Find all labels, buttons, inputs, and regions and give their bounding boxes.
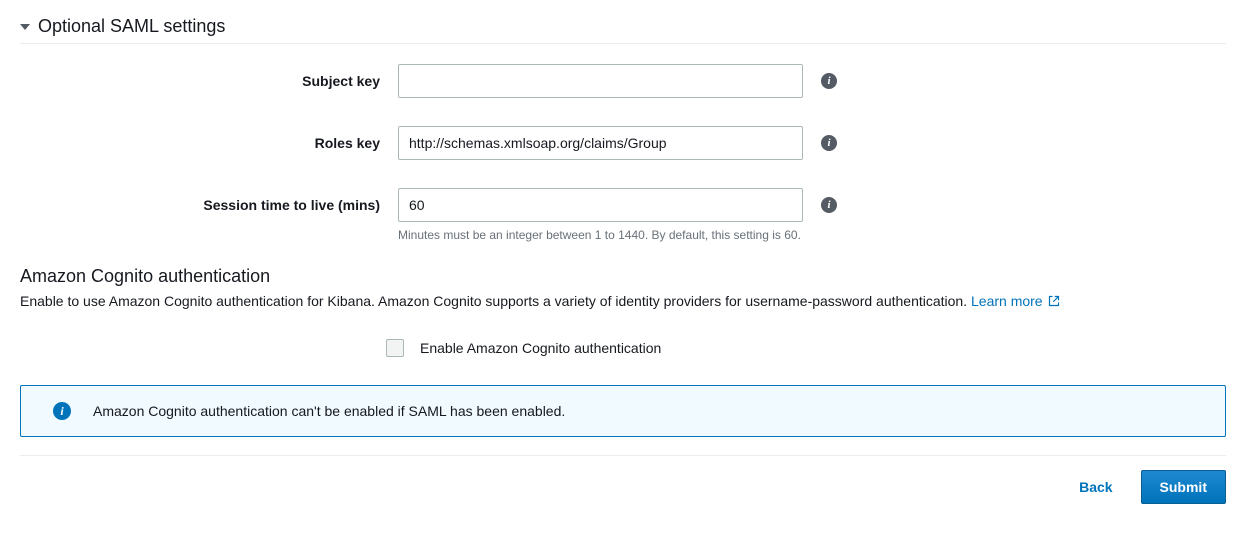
info-icon[interactable]: i (821, 197, 837, 213)
subject-key-input[interactable] (398, 64, 803, 98)
session-ttl-row: Session time to live (mins) i (20, 188, 1226, 222)
info-icon: i (53, 402, 71, 420)
cognito-description-text: Enable to use Amazon Cognito authenticat… (20, 293, 967, 309)
session-ttl-help: Minutes must be an integer between 1 to … (398, 228, 1226, 242)
optional-saml-title: Optional SAML settings (38, 16, 225, 37)
enable-cognito-row: Enable Amazon Cognito authentication (386, 339, 1226, 357)
info-icon[interactable]: i (821, 135, 837, 151)
learn-more-label: Learn more (971, 293, 1043, 309)
button-row: Back Submit (20, 470, 1226, 518)
cognito-description: Enable to use Amazon Cognito authenticat… (20, 293, 1226, 309)
enable-cognito-label: Enable Amazon Cognito authentication (420, 340, 661, 356)
session-ttl-label: Session time to live (mins) (20, 197, 380, 213)
enable-cognito-checkbox[interactable] (386, 339, 404, 357)
submit-button[interactable]: Submit (1141, 470, 1226, 504)
roles-key-input[interactable] (398, 126, 803, 160)
roles-key-label: Roles key (20, 135, 380, 151)
cognito-alert: i Amazon Cognito authentication can't be… (20, 385, 1226, 437)
subject-key-label: Subject key (20, 73, 380, 89)
cognito-alert-text: Amazon Cognito authentication can't be e… (93, 403, 565, 419)
back-button[interactable]: Back (1063, 470, 1128, 504)
learn-more-link[interactable]: Learn more (971, 293, 1060, 309)
divider (20, 455, 1226, 456)
info-icon[interactable]: i (821, 73, 837, 89)
session-ttl-input[interactable] (398, 188, 803, 222)
caret-down-icon (20, 24, 30, 30)
subject-key-row: Subject key i (20, 64, 1226, 98)
cognito-title: Amazon Cognito authentication (20, 266, 1226, 287)
roles-key-row: Roles key i (20, 126, 1226, 160)
optional-saml-header[interactable]: Optional SAML settings (20, 10, 1226, 44)
external-link-icon (1048, 295, 1060, 307)
